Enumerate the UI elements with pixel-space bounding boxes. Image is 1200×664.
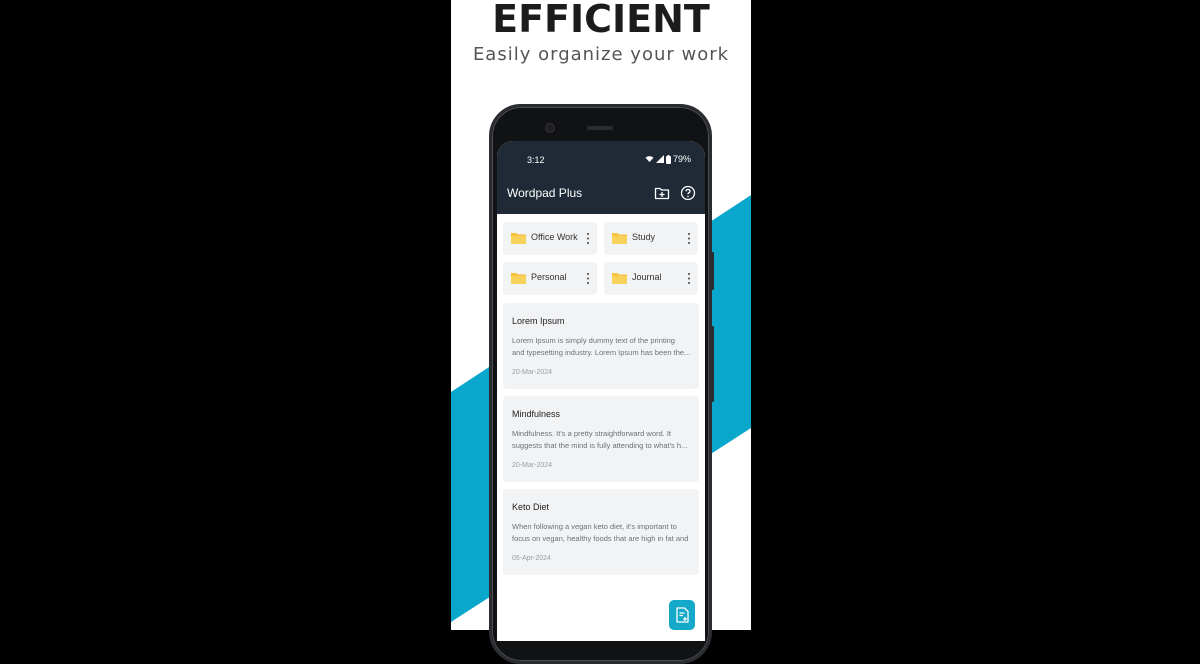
folder-and-notes-list: Office Work Study Personal Journal Lorem… — [497, 214, 705, 641]
more-options-icon[interactable] — [686, 271, 692, 286]
note-date: 20-Mar-2024 — [512, 462, 553, 469]
status-time: 3:12 — [527, 155, 545, 165]
note-preview-line: focus on vegan, healthy foods that are h… — [512, 534, 689, 543]
folder-label: Personal — [531, 272, 567, 282]
note-preview: Lorem Ipsum is simply dummy text of the … — [512, 335, 692, 359]
folder-label: Study — [632, 232, 656, 242]
more-options-icon[interactable] — [585, 231, 591, 246]
new-note-button[interactable] — [669, 600, 695, 630]
battery-percent: 79% — [672, 154, 691, 164]
folder-icon — [612, 233, 627, 244]
power-button — [711, 252, 714, 290]
app-bar: 3:12 79% Wordpad Plus — [497, 141, 705, 214]
stage: EFFICIENT Easily organize your work 3:12… — [0, 0, 1200, 664]
note-preview: Mindfulness. It's a pretty straightforwa… — [512, 428, 692, 452]
promo-subtitle: Easily organize your work — [472, 44, 730, 65]
note-card[interactable]: Lorem Ipsum Lorem Ipsum is simply dummy … — [503, 303, 699, 389]
note-preview: When following a vegan keto diet, it's i… — [512, 521, 692, 545]
folder-card-personal[interactable]: Personal — [503, 262, 597, 295]
promo-title: EFFICIENT — [492, 0, 710, 41]
note-preview-line: Mindfulness. It's a pretty straightforwa… — [512, 429, 671, 438]
phone-screen: 3:12 79% Wordpad Plus Office Work Study … — [497, 141, 705, 641]
note-date: 05-Apr-2024 — [512, 555, 551, 562]
new-note-icon — [675, 607, 689, 623]
folder-card-study[interactable]: Study — [604, 222, 698, 255]
note-preview-line: and typesetting industry. Lorem Ipsum ha… — [512, 348, 691, 357]
note-date: 20-Mar-2024 — [512, 369, 553, 376]
app-title: Wordpad Plus — [507, 186, 583, 200]
folder-icon — [511, 233, 526, 244]
folder-label: Journal — [632, 272, 662, 282]
folder-icon — [511, 273, 526, 284]
folder-icon — [612, 273, 627, 284]
note-title: Mindfulness — [512, 409, 561, 419]
more-options-icon[interactable] — [686, 231, 692, 246]
more-options-icon[interactable] — [585, 271, 591, 286]
signal-icon — [655, 155, 664, 163]
folder-card-journal[interactable]: Journal — [604, 262, 698, 295]
help-icon[interactable] — [680, 185, 696, 201]
note-card[interactable]: Keto Diet When following a vegan keto di… — [503, 489, 699, 575]
note-title: Lorem Ipsum — [512, 316, 565, 326]
folder-card-office-work[interactable]: Office Work — [503, 222, 597, 255]
wifi-icon — [645, 156, 654, 163]
note-card[interactable]: Mindfulness Mindfulness. It's a pretty s… — [503, 396, 699, 482]
note-title: Keto Diet — [512, 502, 550, 512]
status-icons: 79% — [645, 154, 691, 164]
speaker-grille — [587, 126, 613, 130]
camera-icon — [545, 123, 555, 133]
volume-button — [711, 326, 714, 402]
folder-label: Office Work — [531, 232, 578, 242]
note-preview-line: suggests that the mind is fully attendin… — [512, 441, 688, 450]
note-preview-line: When following a vegan keto diet, it's i… — [512, 522, 677, 531]
note-preview-line: Lorem Ipsum is simply dummy text of the … — [512, 336, 675, 345]
battery-icon — [665, 154, 671, 164]
add-folder-icon[interactable] — [654, 185, 670, 201]
